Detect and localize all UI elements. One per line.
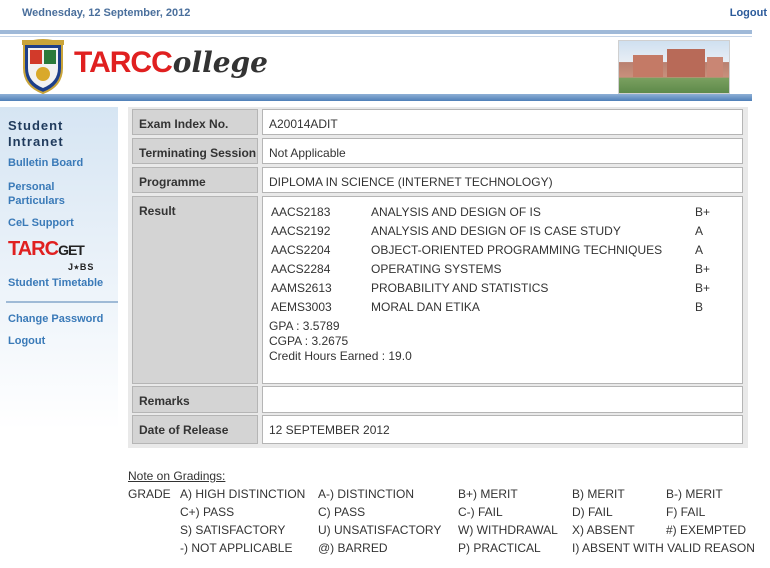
header-line [0,36,752,37]
site-header: TARCCollege [0,30,752,102]
grade-label: GRADE [128,487,171,501]
campus-building-photo [618,40,730,94]
grade-definition: U) UNSATISFACTORY [318,523,442,537]
remarks-row: Remarks [132,386,743,413]
sidebar-item-logout[interactable]: Logout [8,334,45,348]
grade-definition: B+) MERIT [458,487,518,501]
grade-definition: -) NOT APPLICABLE [180,541,293,555]
course-name: OBJECT-ORIENTED PROGRAMMING TECHNIQUES [371,243,663,257]
gpa-value: GPA : 3.5789 [269,319,340,333]
course-grade: B+ [695,205,711,219]
table-row: AACS2192 ANALYSIS AND DESIGN OF IS CASE S… [271,222,725,241]
date-of-release-row: Date of Release 12 SEPTEMBER 2012 [132,415,743,444]
table-row: AAMS2613 PROBABILITY AND STATISTICS B+ [271,279,725,298]
exam-index-value: A20014ADIT [262,109,743,135]
course-grade: B [695,300,704,314]
table-row: AACS2183 ANALYSIS AND DESIGN OF IS B+ [271,203,725,222]
result-panel: Exam Index No. A20014ADIT Terminating Se… [128,107,748,448]
date-of-release-value: 12 SEPTEMBER 2012 [262,415,743,444]
sidebar-item-bulletin-board[interactable]: Bulletin Board [8,156,83,170]
sidebar: Student Intranet Bulletin Board Personal… [0,107,118,568]
grade-definition: @) BARRED [318,541,388,555]
tarcget-tarc: TARC [8,238,59,260]
brand-tarc: TARC [74,46,152,79]
course-grade: B+ [695,262,711,276]
grade-definition: C-) FAIL [458,505,503,519]
grade-definition: S) SATISFACTORY [180,523,286,537]
sidebar-item-personal-particulars[interactable]: Personal Particulars [8,180,65,208]
sidebar-title-line1: Student [8,118,64,133]
course-name: PROBABILITY AND STATISTICS [371,281,549,295]
course-name: ANALYSIS AND DESIGN OF IS CASE STUDY [371,224,621,238]
college-crest-logo [22,39,64,94]
course-name: ANALYSIS AND DESIGN OF IS [371,205,541,219]
tarcget-get: GET [58,242,85,258]
sidebar-item-label: Particulars [8,195,65,207]
header-bottom-band [0,94,752,101]
exam-index-label: Exam Index No. [132,109,258,135]
date-of-release-label: Date of Release [132,415,258,444]
sidebar-item-student-timetable[interactable]: Student Timetable [8,276,103,290]
grade-definition: X) ABSENT [572,523,635,537]
course-code: AEMS3003 [271,300,332,314]
course-grade: A [695,224,704,238]
programme-value: DIPLOMA IN SCIENCE (INTERNET TECHNOLOGY) [262,167,743,193]
result-value: AACS2183 ANALYSIS AND DESIGN OF IS B+ AACS… [262,196,743,384]
sidebar-title: Student Intranet [8,118,64,150]
grade-definition: #) EXEMPTED [666,523,747,537]
remarks-label: Remarks [132,386,258,413]
credit-hours-value: Credit Hours Earned : 19.0 [269,349,412,363]
grade-definition: B) MERIT [572,487,625,501]
table-row: AACS2284 OPERATING SYSTEMS B+ [271,260,725,279]
sidebar-item-change-password[interactable]: Change Password [8,312,103,326]
cgpa-value: CGPA : 3.2675 [269,334,349,348]
sidebar-item-cel-support[interactable]: CeL Support [8,216,74,230]
course-name: OPERATING SYSTEMS [371,262,502,276]
grade-definition: D) FAIL [572,505,613,519]
tarcget-jobs-logo[interactable]: TARCGET J⭑BS [8,238,93,272]
top-logout-link[interactable]: Logout [730,7,767,19]
course-code: AACS2183 [271,205,331,219]
sidebar-item-label: Personal [8,181,55,193]
grade-definition: I) ABSENT WITH VALID REASON [572,541,755,555]
grade-definition: B-) MERIT [666,487,723,501]
terminating-session-row: Terminating Session Not Applicable [132,138,743,164]
programme-row: Programme DIPLOMA IN SCIENCE (INTERNET T… [132,167,743,193]
terminating-session-value: Not Applicable [262,138,743,164]
course-code: AACS2204 [271,243,331,257]
table-row: AEMS3003 MORAL DAN ETIKA B [271,298,725,317]
terminating-session-label: Terminating Session [132,138,258,164]
course-code: AAMS2613 [271,281,332,295]
sidebar-title-line2: Intranet [8,134,64,149]
grade-definition: P) PRACTICAL [458,541,541,555]
grade-definition: A) HIGH DISTINCTION [180,487,306,501]
brand-college: ollege [172,46,268,79]
grade-definition: W) WITHDRAWAL [458,523,558,537]
exam-index-row: Exam Index No. A20014ADIT [132,109,743,135]
course-code: AACS2284 [271,262,331,276]
result-row: Result AACS2183 ANALYSIS AND DESIGN OF IS… [132,196,743,384]
programme-label: Programme [132,167,258,193]
remarks-value [262,386,743,413]
grade-definition: A-) DISTINCTION [318,487,414,501]
grade-definition: C+) PASS [180,505,235,519]
current-date: Wednesday, 12 September, 2012 [22,7,191,19]
course-grade: B+ [695,281,711,295]
result-table: AACS2183 ANALYSIS AND DESIGN OF IS B+ AACS… [271,203,725,317]
result-label: Result [132,196,258,384]
grade-definition: C) PASS [318,505,366,519]
grade-definition: F) FAIL [666,505,706,519]
college-brand-logo: TARCCollege [74,46,268,79]
course-code: AACS2192 [271,224,331,238]
notes-heading: Note on Gradings: [128,469,226,483]
course-grade: A [695,243,704,257]
gpa-summary: GPA : 3.5789 CGPA : 3.2675 Credit Hours … [269,319,412,364]
course-name: MORAL DAN ETIKA [371,300,480,314]
table-row: AACS2204 OBJECT-ORIENTED PROGRAMMING TECH… [271,241,725,260]
top-bar: Wednesday, 12 September, 2012 Logout [0,0,770,28]
tarcget-jobs: J⭑BS [68,262,95,272]
sidebar-divider [6,301,118,303]
